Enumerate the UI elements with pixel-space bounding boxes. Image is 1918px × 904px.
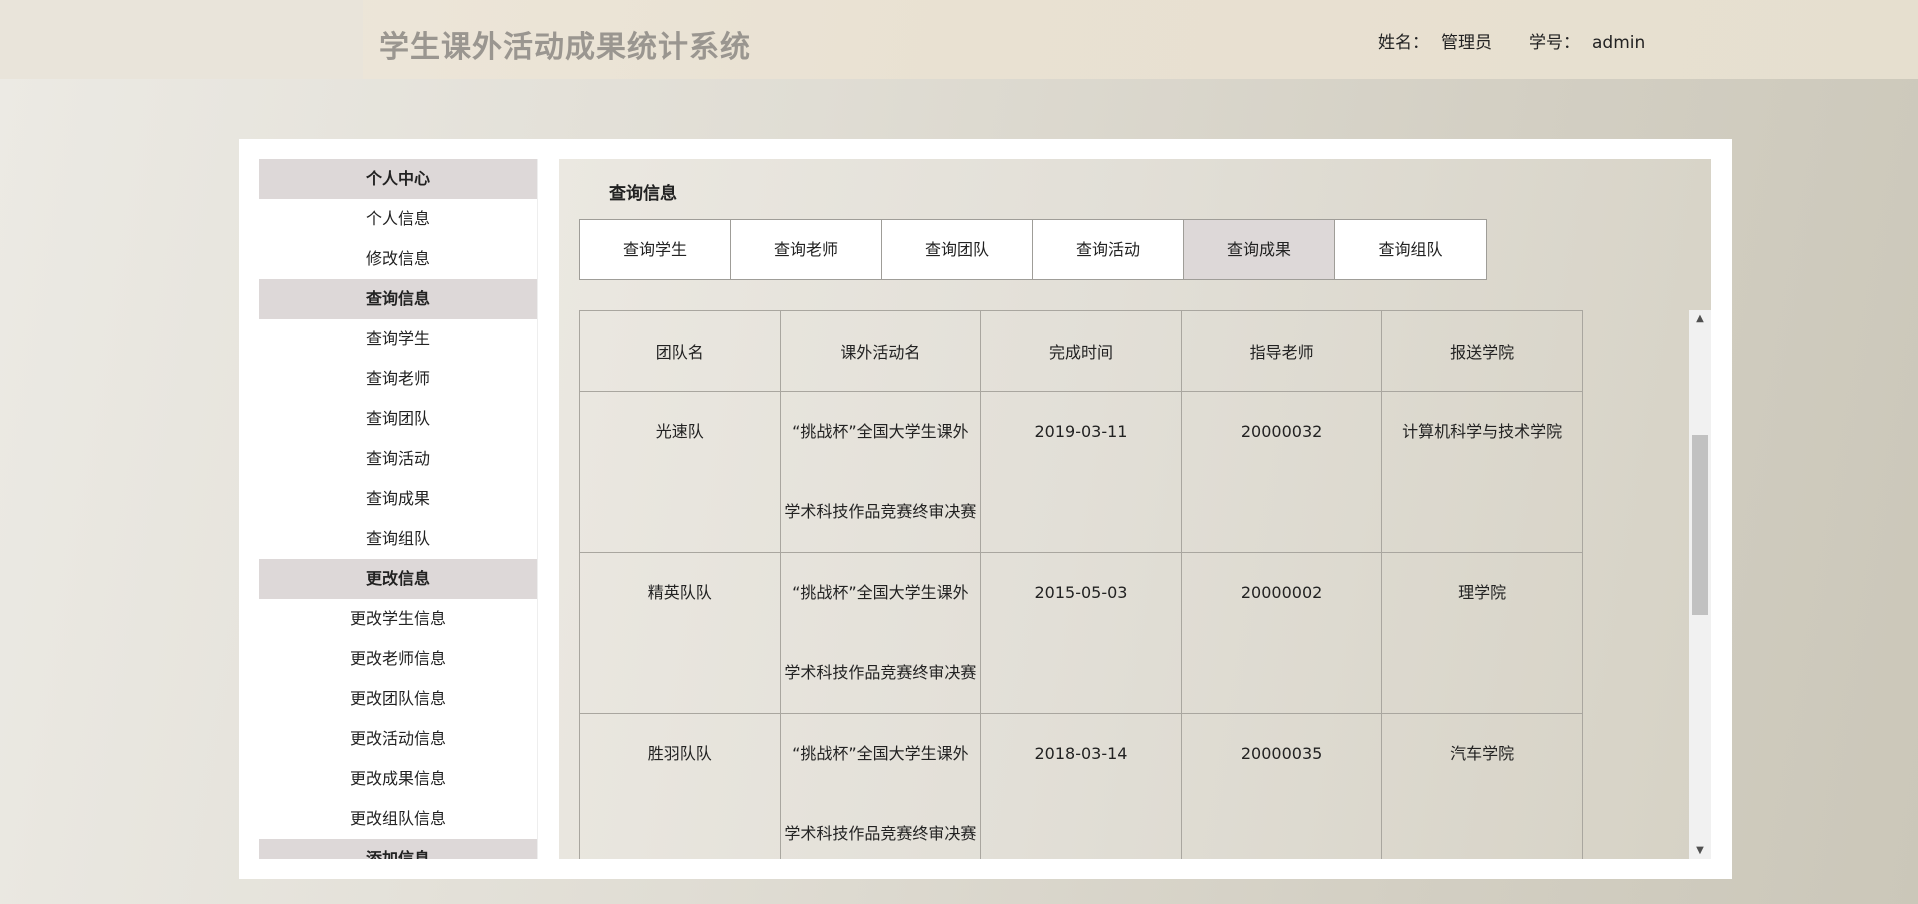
sidebar-item-personal-info[interactable]: 个人信息 — [259, 199, 537, 239]
results-table: 团队名 课外活动名 完成时间 指导老师 报送学院 光速队 “挑战杯”全国大学生课… — [579, 310, 1583, 859]
sidebar-item-edit-info[interactable]: 修改信息 — [259, 239, 537, 279]
sidebar-item-change-teacher[interactable]: 更改老师信息 — [259, 639, 537, 679]
college-name: 理学院 — [1458, 583, 1507, 602]
teacher-id: 20000035 — [1240, 744, 1323, 763]
tab-query-teams[interactable]: 查询团队 — [882, 220, 1033, 279]
sidebar-heading-query-info[interactable]: 查询信息 — [259, 279, 537, 319]
tab-query-activities[interactable]: 查询活动 — [1033, 220, 1184, 279]
user-id-info: 学号： admin — [1529, 28, 1645, 53]
tab-query-groups[interactable]: 查询组队 — [1335, 220, 1486, 279]
cell-activity: “挑战杯”全国大学生课外 学术科技作品竞赛终审决赛 — [779, 391, 982, 553]
cell-date: 2015-05-03 — [980, 552, 1182, 714]
table-row: 精英队队 “挑战杯”全国大学生课外 学术科技作品竞赛终审决赛 2015-05-0… — [579, 552, 1583, 714]
sidebar-item-query-groups[interactable]: 查询组队 — [259, 519, 537, 559]
user-id-value: admin — [1592, 33, 1646, 53]
table-row: 胜羽队队 “挑战杯”全国大学生课外 学术科技作品竞赛终审决赛 2018-03-1… — [579, 713, 1583, 859]
cell-teacher: 20000002 — [1180, 552, 1383, 714]
scroll-thumb[interactable] — [1692, 435, 1708, 615]
cell-team: 胜羽队队 — [579, 713, 781, 859]
cell-teacher: 20000032 — [1180, 391, 1383, 553]
activity-name-line2: 学术科技作品竞赛终审决赛 — [784, 663, 977, 682]
column-header-date: 完成时间 — [980, 310, 1182, 392]
table-header-row: 团队名 课外活动名 完成时间 指导老师 报送学院 — [579, 310, 1583, 392]
cell-date: 2018-03-14 — [980, 713, 1182, 859]
app-title: 学生课外活动成果统计系统 — [379, 30, 751, 65]
cell-activity: “挑战杯”全国大学生课外 学术科技作品竞赛终审决赛 — [779, 713, 982, 859]
sidebar-item-query-students[interactable]: 查询学生 — [259, 319, 537, 359]
query-tabs: 查询学生 查询老师 查询团队 查询活动 查询成果 查询组队 — [579, 219, 1487, 280]
cell-college: 汽车学院 — [1381, 713, 1583, 859]
activity-name-line1: “挑战杯”全国大学生课外 — [792, 583, 969, 602]
sidebar-item-change-student[interactable]: 更改学生信息 — [259, 599, 537, 639]
sidebar-item-change-team[interactable]: 更改团队信息 — [259, 679, 537, 719]
cell-team: 光速队 — [579, 391, 781, 553]
sidebar-item-query-teams[interactable]: 查询团队 — [259, 399, 537, 439]
completion-date: 2018-03-14 — [1034, 744, 1128, 763]
column-header-activity: 课外活动名 — [779, 310, 982, 392]
sidebar-item-change-group[interactable]: 更改组队信息 — [259, 799, 537, 839]
completion-date: 2019-03-11 — [1034, 422, 1128, 441]
cell-teacher: 20000035 — [1180, 713, 1383, 859]
team-name: 胜羽队队 — [647, 744, 712, 763]
scroll-down-arrow-icon[interactable]: ▼ — [1689, 842, 1711, 859]
sidebar: 个人中心 个人信息 修改信息 查询信息 查询学生 查询老师 查询团队 查询活动 … — [259, 159, 538, 859]
activity-name-line1: “挑战杯”全国大学生课外 — [792, 744, 969, 763]
sidebar-item-query-activities[interactable]: 查询活动 — [259, 439, 537, 479]
column-header-team: 团队名 — [579, 310, 781, 392]
column-header-college: 报送学院 — [1381, 310, 1583, 392]
activity-name-line2: 学术科技作品竞赛终审决赛 — [784, 824, 977, 843]
scroll-up-arrow-icon[interactable]: ▲ — [1689, 310, 1711, 327]
table-row: 光速队 “挑战杯”全国大学生课外 学术科技作品竞赛终审决赛 2019-03-11… — [579, 391, 1583, 553]
user-id-label: 学号： — [1529, 33, 1580, 53]
activity-name-line2: 学术科技作品竞赛终审决赛 — [784, 502, 977, 521]
header-left-block — [0, 0, 363, 79]
table-scrollbar[interactable]: ▲ ▼ — [1689, 310, 1711, 859]
team-name: 光速队 — [655, 422, 704, 441]
user-name-info: 姓名： 管理员 — [1378, 28, 1492, 53]
sidebar-item-change-achievement[interactable]: 更改成果信息 — [259, 759, 537, 799]
sidebar-item-query-teachers[interactable]: 查询老师 — [259, 359, 537, 399]
team-name: 精英队队 — [647, 583, 712, 602]
teacher-id: 20000002 — [1240, 583, 1323, 602]
tab-query-achievements[interactable]: 查询成果 — [1184, 220, 1335, 279]
college-name: 计算机科学与技术学院 — [1402, 422, 1563, 441]
user-name-value: 管理员 — [1441, 33, 1492, 53]
college-name: 汽车学院 — [1450, 744, 1515, 763]
sidebar-item-change-activity[interactable]: 更改活动信息 — [259, 719, 537, 759]
cell-team: 精英队队 — [579, 552, 781, 714]
sidebar-heading-add-info[interactable]: 添加信息 — [259, 839, 537, 859]
user-name-label: 姓名： — [1378, 33, 1429, 53]
column-header-teacher: 指导老师 — [1180, 310, 1383, 392]
tab-query-students[interactable]: 查询学生 — [580, 220, 731, 279]
results-table-container: 团队名 课外活动名 完成时间 指导老师 报送学院 光速队 “挑战杯”全国大学生课… — [579, 310, 1583, 859]
cell-date: 2019-03-11 — [980, 391, 1182, 553]
content-title: 查询信息 — [609, 184, 677, 204]
cell-college: 计算机科学与技术学院 — [1381, 391, 1583, 553]
sidebar-item-query-achievements[interactable]: 查询成果 — [259, 479, 537, 519]
completion-date: 2015-05-03 — [1034, 583, 1128, 602]
sidebar-heading-change-info[interactable]: 更改信息 — [259, 559, 537, 599]
tab-query-teachers[interactable]: 查询老师 — [731, 220, 882, 279]
activity-name-line1: “挑战杯”全国大学生课外 — [792, 422, 969, 441]
sidebar-heading-personal-center[interactable]: 个人中心 — [259, 159, 537, 199]
content-area: 查询信息 查询学生 查询老师 查询团队 查询活动 查询成果 查询组队 团队名 课… — [559, 159, 1711, 859]
teacher-id: 20000032 — [1240, 422, 1323, 441]
cell-activity: “挑战杯”全国大学生课外 学术科技作品竞赛终审决赛 — [779, 552, 982, 714]
top-header: 学生课外活动成果统计系统 姓名： 管理员 学号： admin — [0, 0, 1918, 79]
cell-college: 理学院 — [1381, 552, 1583, 714]
